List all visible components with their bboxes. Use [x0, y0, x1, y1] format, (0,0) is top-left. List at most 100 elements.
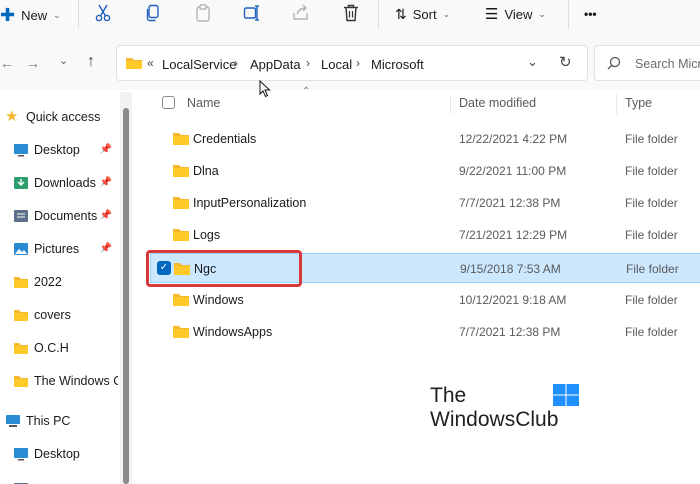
folder-icon — [14, 376, 28, 387]
sort-ascending-chevron-icon: ⌃ — [302, 86, 311, 97]
select-all-checkbox[interactable] — [162, 96, 175, 109]
new-plus-icon: ✚ — [0, 4, 16, 25]
cut-icon — [95, 4, 111, 22]
folder-icon — [173, 133, 189, 145]
column-divider[interactable] — [450, 94, 451, 114]
view-label: View — [504, 6, 533, 22]
highlight-annotation — [146, 250, 302, 287]
recent-locations-chevron-icon[interactable]: ⌄ — [59, 54, 68, 67]
sidebar-item-och[interactable]: O.C.H — [13, 333, 118, 363]
pictures-icon — [14, 243, 28, 255]
file-name: Dlna — [193, 164, 219, 178]
breadcrumb-microsoft[interactable]: Microsoft — [371, 57, 424, 72]
file-row-inputpersonalization[interactable]: InputPersonalization 7/7/2021 12:38 PM F… — [150, 188, 700, 218]
file-name: Windows — [193, 293, 244, 307]
file-date: 9/15/2018 7:53 AM — [460, 262, 561, 276]
scrollbar-thumb[interactable] — [123, 108, 129, 484]
back-arrow-icon[interactable]: ← — [0, 55, 14, 71]
pin-icon: 📌 — [99, 177, 112, 188]
sort-label: Sort — [412, 6, 437, 22]
breadcrumb-separator-icon: › — [306, 56, 310, 70]
sidebar-item-label: This PC — [26, 414, 71, 428]
chevron-down-icon: ⌄ — [538, 8, 546, 19]
sidebar-item-documents[interactable]: Documents 📌 — [13, 201, 118, 231]
file-type: File folder — [626, 262, 679, 276]
watermark-line2: WindowsClub — [430, 408, 559, 431]
file-date: 7/7/2021 12:38 PM — [459, 196, 561, 210]
sidebar-item-label: 2022 — [34, 275, 62, 289]
file-name: InputPersonalization — [193, 196, 307, 210]
breadcrumb-local[interactable]: Local — [321, 57, 352, 72]
sort-button[interactable]: ⇅ Sort ⌄ — [395, 1, 450, 27]
sidebar-item-2022[interactable]: 2022 — [13, 267, 118, 297]
sidebar-item-partial[interactable] — [13, 474, 73, 484]
file-row-windowsapps[interactable]: WindowsApps 7/7/2021 12:38 PM File folde… — [150, 317, 700, 347]
sidebar-scrollbar[interactable] — [120, 92, 132, 484]
search-icon — [607, 56, 621, 70]
new-button[interactable]: ✚ New ⌄ — [0, 2, 61, 28]
toolbar-divider — [78, 0, 79, 28]
pc-icon — [6, 415, 20, 427]
sidebar-item-label: Desktop — [34, 143, 80, 157]
file-row-windows[interactable]: Windows 10/12/2021 9:18 AM File folder — [150, 285, 700, 315]
view-button[interactable]: ☰ View ⌄ — [485, 1, 546, 27]
file-name: Credentials — [193, 132, 257, 146]
column-divider[interactable] — [616, 94, 617, 114]
breadcrumb-appdata[interactable]: AppData — [250, 57, 301, 72]
see-more-button[interactable]: ••• — [584, 1, 597, 27]
rename-button[interactable] — [241, 2, 263, 24]
sidebar-item-the-windows-club[interactable]: The Windows C — [13, 366, 118, 396]
paste-button[interactable] — [192, 2, 214, 24]
chevron-down-icon: ⌄ — [53, 9, 61, 20]
folder-icon — [173, 294, 189, 306]
folder-icon — [173, 326, 189, 338]
file-row-logs[interactable]: Logs 7/21/2021 12:29 PM File folder — [150, 220, 700, 250]
cut-button[interactable] — [92, 2, 114, 24]
address-history-chevron-icon[interactable]: ⌄ — [527, 54, 538, 70]
sidebar-item-covers[interactable]: covers — [13, 300, 118, 330]
delete-button[interactable] — [340, 2, 362, 24]
column-header-type[interactable]: Type — [625, 96, 652, 110]
search-placeholder: Search Micro — [635, 57, 700, 71]
sidebar-item-this-pc[interactable]: This PC — [5, 406, 120, 436]
breadcrumb-overflow[interactable]: « — [147, 56, 154, 70]
desktop-icon — [14, 448, 28, 461]
pin-icon: 📌 — [99, 144, 112, 155]
folder-icon — [173, 229, 189, 241]
share-button[interactable] — [290, 2, 312, 24]
sidebar-item-this-pc-desktop[interactable]: Desktop — [13, 439, 118, 469]
column-header-name[interactable]: Name — [187, 96, 220, 110]
share-icon — [293, 4, 308, 20]
downloads-icon — [14, 177, 28, 189]
sidebar-item-quick-access[interactable]: ★ Quick access — [5, 102, 120, 132]
file-type: File folder — [625, 325, 678, 339]
sidebar-item-pictures[interactable]: Pictures 📌 — [13, 234, 118, 264]
breadcrumb-separator-icon: › — [356, 56, 360, 70]
sidebar-item-label: Desktop — [34, 447, 80, 461]
search-box[interactable]: Search Micro — [594, 45, 700, 81]
folder-icon — [173, 165, 189, 177]
sidebar-item-desktop[interactable]: Desktop 📌 — [13, 135, 118, 165]
file-type: File folder — [625, 228, 678, 242]
sidebar-item-label: O.C.H — [34, 341, 69, 355]
star-icon: ★ — [5, 108, 19, 125]
sidebar-item-label: covers — [34, 308, 71, 322]
breadcrumb-localservice[interactable]: LocalService — [162, 57, 236, 72]
new-label: New — [21, 7, 48, 23]
file-type: File folder — [625, 132, 678, 146]
watermark-line1: The — [430, 384, 467, 407]
refresh-icon[interactable]: ↻ — [559, 53, 572, 71]
file-row-dlna[interactable]: Dlna 9/22/2021 11:00 PM File folder — [150, 156, 700, 186]
file-row-credentials[interactable]: Credentials 12/22/2021 4:22 PM File fold… — [150, 124, 700, 154]
folder-icon — [14, 343, 28, 354]
copy-button[interactable] — [142, 2, 164, 24]
sidebar-item-label: Quick access — [26, 110, 101, 124]
forward-arrow-icon[interactable]: → — [26, 55, 40, 71]
file-date: 12/22/2021 4:22 PM — [459, 132, 568, 146]
file-date: 7/7/2021 12:38 PM — [459, 325, 561, 339]
sidebar-item-downloads[interactable]: Downloads 📌 — [13, 168, 118, 198]
up-arrow-icon[interactable]: ↑ — [87, 53, 95, 71]
watermark-logo: The WindowsClub — [430, 384, 558, 432]
column-header-date-modified[interactable]: Date modified — [459, 96, 536, 110]
address-bar[interactable]: « LocalService › AppData › Local › Micro… — [116, 45, 588, 81]
